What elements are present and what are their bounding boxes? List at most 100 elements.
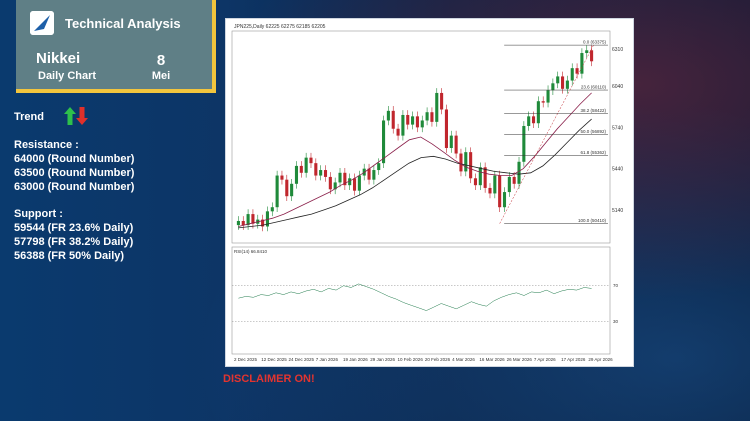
- candle-body: [430, 112, 434, 122]
- candle-body: [411, 116, 415, 125]
- candle-body: [590, 50, 594, 62]
- date-day: 8: [156, 52, 166, 69]
- fib-level-label: 0.0 (63375): [583, 40, 607, 45]
- trend-down-icon: [76, 107, 88, 125]
- candle-body: [498, 175, 502, 208]
- x-tick-label: 7 Apr 2026: [534, 357, 556, 362]
- candle-body: [488, 187, 492, 194]
- x-tick-label: 7 Jan 2026: [316, 357, 339, 362]
- candle-body: [285, 179, 289, 197]
- price-chart: JPN225,Daily 62225 62275 62185 62205 6310…: [231, 24, 623, 362]
- header-panel: Technical Analysis Nikkei Daily Chart 8 …: [16, 0, 216, 93]
- candle-body: [251, 214, 255, 224]
- x-tick-label: 17 Apr 2026: [561, 357, 586, 362]
- trend-up-icon: [64, 107, 76, 125]
- rsi-level-label: 70: [613, 283, 619, 288]
- candle-body: [522, 125, 526, 162]
- x-tick-label: 20 Feb 2026: [425, 357, 451, 362]
- candle-body: [290, 183, 294, 197]
- x-tick-label: 12 Dec 2025: [261, 357, 287, 362]
- fib-level-label: 50.0 (56892): [580, 129, 606, 134]
- date-month: Mei: [151, 70, 171, 82]
- rsi-line: [238, 283, 592, 311]
- candle-body: [391, 110, 395, 129]
- candle-body: [580, 53, 584, 74]
- candle-body: [406, 114, 410, 125]
- candle-body: [440, 92, 444, 110]
- fib-level-label: 100.0 (50410): [578, 218, 607, 223]
- candle-body: [444, 109, 448, 149]
- candle-body: [449, 135, 453, 149]
- candle-body: [459, 153, 463, 172]
- candle-body: [565, 80, 569, 89]
- chart-title: JPN225,Daily 62225 62275 62185 62205: [234, 24, 326, 30]
- y-tick-label: 6310: [612, 47, 623, 53]
- candle-body: [502, 192, 507, 208]
- candle-body: [275, 175, 279, 208]
- resistance-item: 63500 (Round Number): [14, 167, 135, 179]
- candle-body: [454, 135, 458, 154]
- candle-body: [541, 101, 545, 103]
- x-tick-label: 26 Mar 2026: [507, 357, 533, 362]
- x-tick-label: 4 Mar 2026: [452, 357, 475, 362]
- support-item: 57798 (FR 38.2% Daily): [14, 236, 134, 248]
- candle-body: [420, 120, 424, 128]
- fib-level-label: 23.6 (60110): [581, 85, 607, 90]
- instrument-name: Nikkei: [36, 50, 81, 67]
- candle-body: [527, 116, 531, 126]
- x-tick-label: 29 Apr 2026: [588, 357, 613, 362]
- x-tick-label: 10 Feb 2026: [398, 357, 424, 362]
- support-item: 56388 (FR 50% Daily): [14, 250, 125, 262]
- candle-body: [338, 172, 342, 183]
- support-item: 59544 (FR 23.6% Daily): [14, 222, 134, 234]
- candle-body: [512, 176, 516, 184]
- x-tick-label: 16 Mar 2026: [479, 357, 505, 362]
- candle-body: [483, 167, 487, 188]
- candle-body: [531, 116, 536, 124]
- candle-body: [323, 170, 328, 177]
- candle-body: [415, 116, 419, 128]
- candle-body: [328, 176, 332, 190]
- rsi-panel-border: [231, 246, 611, 355]
- y-tick-label: 5740: [612, 125, 623, 131]
- candle-body: [473, 178, 478, 186]
- sma-long-line: [238, 118, 592, 229]
- candle-body: [570, 68, 574, 81]
- candle-body: [425, 112, 429, 121]
- candle-body: [396, 128, 400, 136]
- candle-body: [319, 170, 323, 176]
- fib-level-label: 61.8 (55362): [580, 150, 606, 155]
- candle-body: [585, 50, 589, 54]
- y-tick-label: 5140: [612, 208, 623, 214]
- candle-body: [386, 110, 390, 121]
- candle-body: [551, 83, 555, 91]
- resistance-label: Resistance :: [14, 139, 79, 151]
- y-tick-label: 6040: [612, 84, 623, 90]
- resistance-item: 64000 (Round Number): [14, 153, 135, 165]
- candle-body: [469, 152, 473, 179]
- rsi-title: RSI(14) 66.8410: [234, 249, 268, 254]
- logo-icon: [30, 11, 54, 35]
- candle-body: [377, 163, 381, 171]
- header-title: Technical Analysis: [65, 16, 181, 31]
- candle-body: [493, 175, 497, 194]
- candle-body: [536, 101, 540, 124]
- trend-arrows-icon: [64, 107, 88, 125]
- chart-kind: Daily Chart: [38, 70, 97, 82]
- candle-body: [352, 178, 357, 191]
- disclaimer: DISCLAIMER ON!: [223, 373, 315, 385]
- fib-level-label: 38.2 (58422): [580, 108, 606, 113]
- resistance-item: 63000 (Round Number): [14, 181, 135, 193]
- candle-body: [304, 157, 308, 173]
- candle-body: [372, 170, 376, 180]
- candle-body: [478, 167, 482, 186]
- x-tick-label: 19 Jan 2026: [343, 357, 368, 362]
- candle-body: [546, 90, 550, 103]
- candle-body: [280, 175, 284, 180]
- candle-body: [556, 76, 560, 84]
- support-label: Support :: [14, 208, 63, 220]
- rsi-level-label: 30: [613, 319, 619, 324]
- candle-body: [382, 120, 386, 164]
- candle-body: [314, 163, 318, 176]
- candle-body: [575, 68, 579, 74]
